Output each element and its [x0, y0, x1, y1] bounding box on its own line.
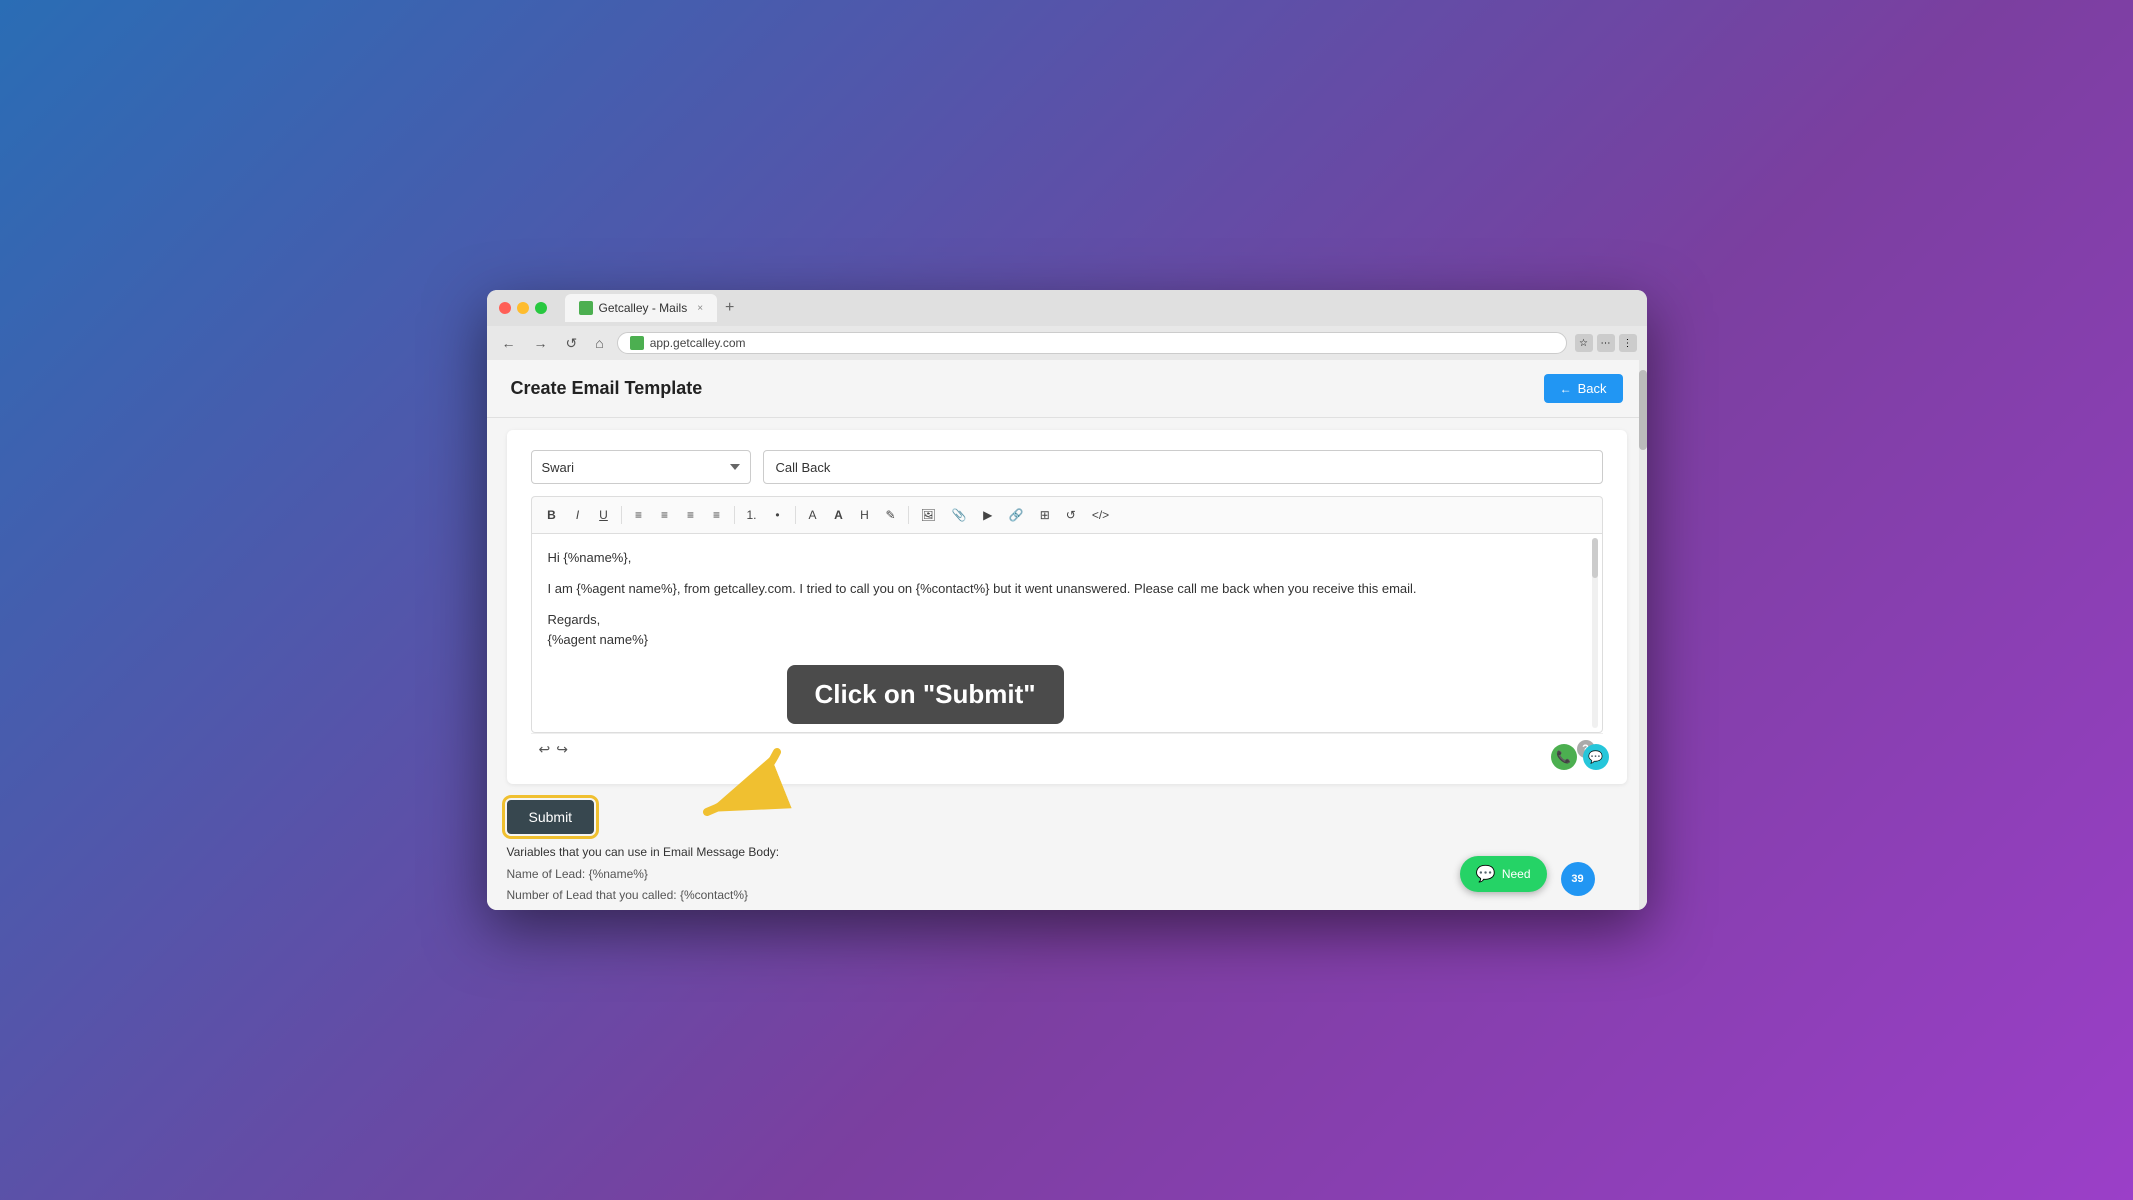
whatsapp-icon: 💬 [1476, 864, 1496, 884]
home-nav-button[interactable]: ⌂ [590, 333, 608, 353]
notification-count: 39 [1571, 873, 1583, 885]
italic-button[interactable]: I [566, 503, 590, 527]
editor-scrollbar[interactable] [1592, 538, 1598, 728]
variable-contact: Number of Lead that you called: {%contac… [507, 885, 1627, 907]
video-button[interactable]: ▶ [976, 503, 1000, 527]
clear-format-button[interactable]: ↺ [1059, 503, 1083, 527]
ordered-list-button[interactable]: 1. [740, 503, 764, 527]
underline-button[interactable]: U [592, 503, 616, 527]
variables-title: Variables that you can use in Email Mess… [507, 842, 1627, 864]
tooltip-overlay: Click on "Submit" [787, 665, 1064, 724]
whatsapp-button[interactable]: 💬 Need [1460, 856, 1547, 892]
address-favicon-icon [630, 336, 644, 350]
editor-line-3: Regards, [548, 610, 1586, 631]
tooltip-box: Click on "Submit" [787, 665, 1064, 724]
notification-badge[interactable]: 39 [1561, 862, 1595, 896]
table-button[interactable]: ⊞ [1033, 503, 1057, 527]
address-bar: ← → ↺ ⌂ app.getcalley.com ☆ ⋯ ⋮ [487, 326, 1647, 360]
submit-section: Submit [487, 796, 1647, 834]
title-bar: Getcalley - Mails × + [487, 290, 1647, 326]
floating-icons: 📞 💬 [1551, 744, 1609, 770]
browser-window: Getcalley - Mails × + ← → ↺ ⌂ app.getcal… [487, 290, 1647, 910]
unordered-list-button[interactable]: • [766, 503, 790, 527]
bold-button[interactable]: B [540, 503, 564, 527]
editor-line-2: I am {%agent name%}, from getcalley.com.… [548, 579, 1586, 600]
form-area: Swari B I U ≡ ≡ ≡ ≡ 1. • A A H [507, 430, 1627, 784]
bookmark-icon[interactable]: ☆ [1575, 334, 1593, 352]
contact-label: Number of Lead that you called: [507, 888, 677, 902]
float-icon-teal[interactable]: 💬 [1583, 744, 1609, 770]
toolbar-separator-1 [621, 506, 622, 524]
forward-nav-button[interactable]: → [529, 333, 553, 353]
highlight-button[interactable]: ✎ [879, 503, 903, 527]
address-bar-input[interactable]: app.getcalley.com [617, 332, 1567, 354]
back-nav-button[interactable]: ← [497, 333, 521, 353]
whatsapp-label: Need [1502, 867, 1531, 881]
font-color-button[interactable]: A [827, 503, 851, 527]
input-row: Swari [531, 450, 1603, 484]
menu-icon[interactable]: ⋮ [1619, 334, 1637, 352]
address-url-text: app.getcalley.com [650, 336, 746, 350]
refresh-nav-button[interactable]: ↺ [561, 333, 583, 354]
align-left-button[interactable]: ≡ [627, 503, 651, 527]
toolbar-separator-4 [908, 506, 909, 524]
tab-favicon-icon [579, 301, 593, 315]
tab-label: Getcalley - Mails [599, 301, 688, 315]
toolbar-separator-3 [795, 506, 796, 524]
back-button-label: Back [1578, 381, 1607, 396]
float-icon-green[interactable]: 📞 [1551, 744, 1577, 770]
name-label: Name of Lead: [507, 867, 586, 881]
arrow-wrapper [677, 742, 817, 837]
editor-body[interactable]: Hi {%name%}, I am {%agent name%}, from g… [531, 533, 1603, 733]
tooltip-text: Click on "Submit" [815, 679, 1036, 709]
editor-toolbar: B I U ≡ ≡ ≡ ≡ 1. • A A H ✎ 🖼 📎 ▶ � [531, 496, 1603, 533]
variable-notes: Note/Reason of Call: {%notes%} [507, 907, 1627, 910]
toolbar-separator-2 [734, 506, 735, 524]
submit-button[interactable]: Submit [507, 800, 595, 834]
font-size-button[interactable]: A [801, 503, 825, 527]
page-scrollbar[interactable] [1639, 360, 1647, 910]
page-header: Create Email Template ← Back [487, 360, 1647, 418]
extensions-icon[interactable]: ⋯ [1597, 334, 1615, 352]
back-button[interactable]: ← Back [1544, 374, 1623, 403]
link-button[interactable]: 🔗 [1002, 503, 1031, 527]
variable-name: Name of Lead: {%name%} [507, 864, 1627, 886]
maximize-traffic-light[interactable] [535, 302, 547, 314]
close-traffic-light[interactable] [499, 302, 511, 314]
subject-select[interactable]: Swari [531, 450, 751, 484]
align-right-button[interactable]: ≡ [679, 503, 703, 527]
tab-close-icon[interactable]: × [697, 303, 703, 314]
arrow-svg [677, 742, 817, 832]
template-name-input[interactable] [763, 450, 1603, 484]
name-var: {%name%} [589, 867, 648, 881]
editor-line-1: Hi {%name%}, [548, 548, 1586, 569]
undo-button[interactable]: ↩ [539, 741, 551, 758]
redo-button[interactable]: ↪ [556, 741, 568, 758]
traffic-lights [499, 302, 547, 314]
back-arrow-icon: ← [1560, 382, 1572, 396]
tab-bar: Getcalley - Mails × + [565, 294, 743, 322]
source-button[interactable]: </> [1085, 503, 1116, 527]
align-center-button[interactable]: ≡ [653, 503, 677, 527]
page-scrollbar-thumb[interactable] [1639, 370, 1647, 450]
undo-redo-controls: ↩ ↪ [539, 741, 568, 758]
page-content: Create Email Template ← Back Swari B I U [487, 360, 1647, 910]
heading-button[interactable]: H [853, 503, 877, 527]
active-tab[interactable]: Getcalley - Mails × [565, 294, 718, 322]
contact-var: {%contact%} [680, 888, 748, 902]
page-title: Create Email Template [511, 378, 703, 399]
justify-button[interactable]: ≡ [705, 503, 729, 527]
extension-icons: ☆ ⋯ ⋮ [1575, 334, 1637, 352]
new-tab-button[interactable]: + [717, 299, 742, 317]
editor-line-4: {%agent name%} [548, 630, 1586, 651]
attachment-button[interactable]: 📎 [945, 503, 974, 527]
minimize-traffic-light[interactable] [517, 302, 529, 314]
image-button[interactable]: 🖼 [914, 503, 943, 527]
editor-scrollbar-thumb[interactable] [1592, 538, 1598, 578]
